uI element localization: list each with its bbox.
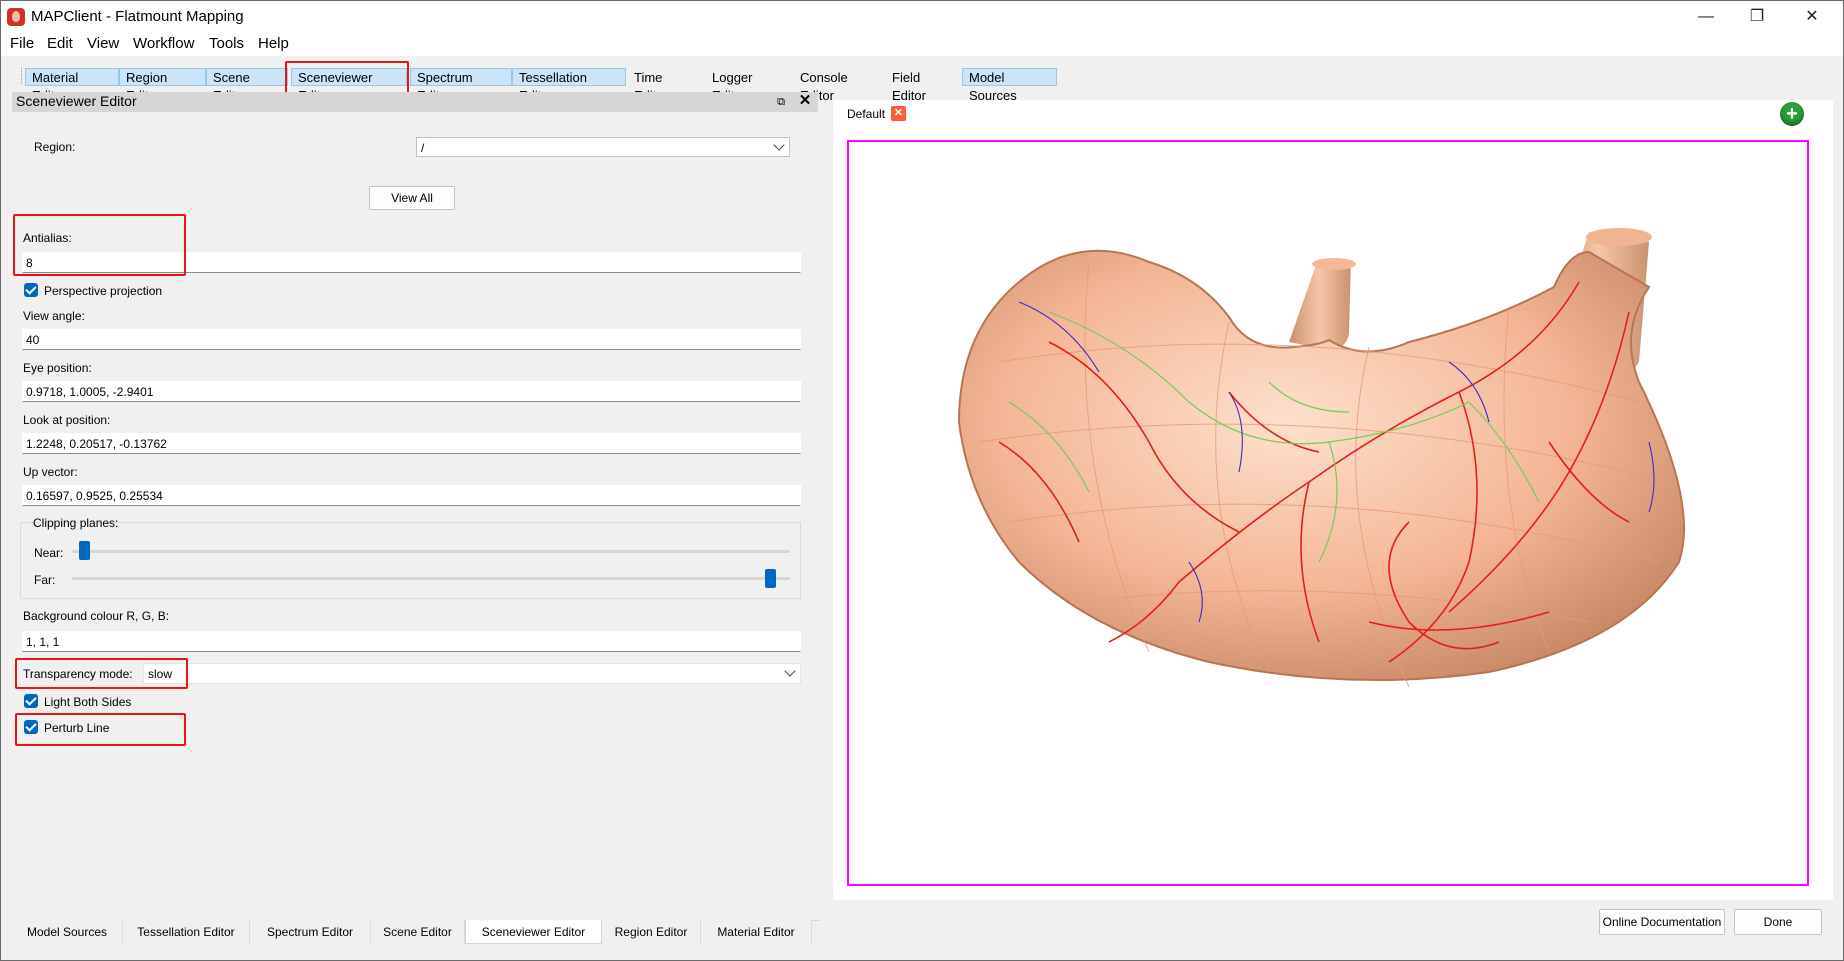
window-title: MAPClient - Flatmount Mapping xyxy=(31,8,244,25)
toolbar-tab-model-sources[interactable]: Model Sources xyxy=(962,68,1057,103)
bottom-tab-spectrum-editor[interactable]: Spectrum Editor xyxy=(250,920,371,944)
menu-workflow[interactable]: Workflow xyxy=(133,35,194,52)
up-vector-field[interactable]: 0.16597, 0.9525, 0.25534 xyxy=(22,485,801,506)
menu-bar: File Edit View Workflow Tools Help xyxy=(1,32,1843,56)
eye-position-label: Eye position: xyxy=(23,361,92,375)
light-both-sides-label: Light Both Sides xyxy=(44,695,132,709)
toolbar-tab-field-editor[interactable]: Field Editor xyxy=(885,68,961,103)
close-window-button[interactable]: ✕ xyxy=(1789,5,1835,29)
near-slider-handle[interactable] xyxy=(79,541,91,560)
bottom-tab-sceneviewer-editor[interactable]: Sceneviewer Editor xyxy=(465,920,602,944)
bottom-tab-model-sources[interactable]: Model Sources xyxy=(12,920,123,944)
esophagus-opening xyxy=(1312,258,1356,270)
tab-close-icon[interactable]: ✕ xyxy=(891,106,906,121)
view-angle-label: View angle: xyxy=(23,309,85,323)
clipping-planes-group xyxy=(20,522,801,599)
dock-title-bar: Sceneviewer Editor ⧉ ✕ xyxy=(12,92,818,112)
toolbar-tab-logger-editor[interactable]: Logger Editor xyxy=(705,68,791,103)
light-both-sides-checkbox[interactable] xyxy=(24,694,38,708)
bottom-tab-material-editor[interactable]: Material Editor xyxy=(701,920,812,944)
bottom-tab-tessellation-editor[interactable]: Tessellation Editor xyxy=(123,920,250,944)
region-combo[interactable]: / xyxy=(416,137,790,157)
transparency-mode-combo[interactable]: slow xyxy=(143,663,801,684)
editor-toolbar: Material Editor Region Editor Scene Edit… xyxy=(1,56,1843,103)
toolbar-tab-scene-editor[interactable]: Scene Editor xyxy=(206,68,288,103)
look-at-label: Look at position: xyxy=(23,413,111,427)
far-slider[interactable] xyxy=(72,577,790,580)
far-slider-handle[interactable] xyxy=(764,569,776,588)
perspective-label: Perspective projection xyxy=(44,284,163,298)
view-angle-field[interactable]: 40 xyxy=(22,329,801,350)
toolbar-tab-region-editor[interactable]: Region Editor xyxy=(119,68,206,103)
dock-title: Sceneviewer Editor xyxy=(16,93,137,109)
background-colour-field[interactable]: 1, 1, 1 xyxy=(22,631,801,652)
online-documentation-button[interactable]: Online Documentation xyxy=(1599,909,1725,935)
toolbar-tab-console-editor[interactable]: Console Editor xyxy=(793,68,883,103)
toolbar-grip[interactable] xyxy=(21,67,23,84)
stomach-model xyxy=(957,228,1685,688)
done-button[interactable]: Done xyxy=(1734,909,1822,935)
menu-help[interactable]: Help xyxy=(258,35,289,52)
title-bar: MAPClient - Flatmount Mapping — ❐ ✕ xyxy=(1,1,1843,32)
up-vector-label: Up vector: xyxy=(23,465,78,479)
chevron-down-icon xyxy=(784,665,796,677)
near-label: Near: xyxy=(34,546,64,560)
view-all-button[interactable]: View All xyxy=(369,186,455,210)
tab-default[interactable]: Default ✕ xyxy=(833,100,923,128)
menu-view[interactable]: View xyxy=(87,35,119,52)
near-slider[interactable] xyxy=(72,550,790,553)
chevron-down-icon xyxy=(773,139,785,151)
dock-close-button[interactable]: ✕ xyxy=(797,92,813,110)
add-icon[interactable]: + xyxy=(1780,102,1804,126)
toolbar-tab-time-editor[interactable]: Time Editor xyxy=(627,68,703,103)
scene-viewer-canvas[interactable] xyxy=(847,140,1809,886)
restore-icon[interactable]: ⧉ xyxy=(774,95,788,109)
highlight-transparency xyxy=(15,658,188,689)
bottom-tab-scene-editor[interactable]: Scene Editor xyxy=(371,920,465,944)
menu-edit[interactable]: Edit xyxy=(47,35,73,52)
perspective-checkbox[interactable] xyxy=(24,283,38,297)
minimize-button[interactable]: — xyxy=(1683,5,1729,29)
maximize-button[interactable]: ❐ xyxy=(1734,5,1780,29)
region-value: / xyxy=(421,141,425,155)
toolbar-tab-tessellation-editor[interactable]: Tessellation Editor xyxy=(512,68,626,103)
highlight-antialias xyxy=(13,214,186,276)
esophagus-tube xyxy=(1289,260,1351,350)
toolbar-tab-spectrum-editor[interactable]: Spectrum Editor xyxy=(410,68,512,103)
look-at-field[interactable]: 1.2248, 0.20517, -0.13762 xyxy=(22,433,801,454)
toolbar-tab-material-editor[interactable]: Material Editor xyxy=(25,68,119,103)
app-icon xyxy=(7,8,25,26)
background-colour-label: Background colour R, G, B: xyxy=(23,609,170,623)
menu-tools[interactable]: Tools xyxy=(209,35,244,52)
eye-position-field[interactable]: 0.9718, 1.0005, -2.9401 xyxy=(22,381,801,402)
menu-file[interactable]: File xyxy=(10,35,34,52)
clipping-planes-label: Clipping planes: xyxy=(33,516,119,530)
far-label: Far: xyxy=(34,573,56,587)
tab-default-label: Default xyxy=(847,107,886,121)
bottom-tab-region-editor[interactable]: Region Editor xyxy=(602,920,701,944)
region-label: Region: xyxy=(34,140,76,154)
duodenum-opening xyxy=(1586,228,1652,246)
highlight-perturb-line xyxy=(15,713,186,746)
